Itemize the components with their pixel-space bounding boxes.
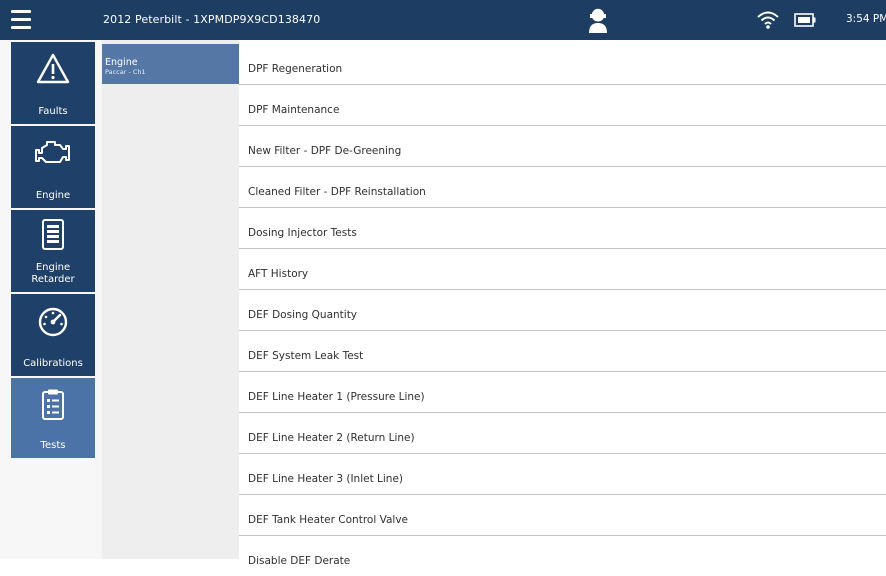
clock: 3:54 PM <box>846 13 886 25</box>
list-item-label: Cleaned Filter - DPF Reinstallation <box>248 186 426 198</box>
left-nav: Faults Engine Engine Retarder Calibratio… <box>0 40 102 559</box>
list-item[interactable]: DEF Dosing Quantity <box>239 290 886 331</box>
list-item[interactable]: DEF Line Heater 1 (Pressure Line) <box>239 372 886 413</box>
nav-item-engine[interactable]: Engine <box>11 126 95 208</box>
list-item[interactable]: DPF Maintenance <box>239 85 886 126</box>
list-item-label: DEF Tank Heater Control Valve <box>248 514 408 526</box>
nav-label-tests: Tests <box>40 440 66 451</box>
top-bar: 2012 Peterbilt - 1XPMDP9X9CD138470 3:54 … <box>0 0 886 40</box>
sub-nav-subtitle: Paccar - Ch1 <box>105 68 146 76</box>
retarder-icon <box>42 219 64 250</box>
wifi-icon <box>757 11 779 29</box>
clipboard-icon <box>42 389 64 420</box>
list-item[interactable]: New Filter - DPF De-Greening <box>239 126 886 167</box>
battery-icon <box>794 13 816 27</box>
list-item-label: DEF Line Heater 2 (Return Line) <box>248 432 415 444</box>
list-item[interactable]: AFT History <box>239 249 886 290</box>
nav-item-calibrations[interactable]: Calibrations <box>11 294 95 376</box>
test-list: DPF Regeneration DPF Maintenance New Fil… <box>239 40 886 567</box>
list-item-label: AFT History <box>248 268 309 280</box>
list-item[interactable]: DPF Regeneration <box>239 44 886 85</box>
nav-item-faults[interactable]: Faults <box>11 42 95 124</box>
list-item[interactable]: DEF Line Heater 3 (Inlet Line) <box>239 454 886 495</box>
engine-icon <box>35 141 70 163</box>
speedometer-icon <box>38 307 68 337</box>
list-item-label: DEF Dosing Quantity <box>248 309 358 321</box>
menu-icon[interactable] <box>11 10 31 30</box>
list-item-label: DPF Maintenance <box>248 104 340 116</box>
sub-nav-title: Engine <box>105 57 138 68</box>
sub-nav: Engine Paccar - Ch1 <box>102 40 239 559</box>
list-item-label: DPF Regeneration <box>248 63 343 75</box>
nav-label-engine: Engine <box>35 190 71 201</box>
warning-icon <box>36 53 70 84</box>
list-item[interactable]: DEF Line Heater 2 (Return Line) <box>239 413 886 454</box>
nav-item-engine-retarder[interactable]: Engine Retarder <box>11 210 95 292</box>
list-item[interactable]: DEF System Leak Test <box>239 331 886 372</box>
list-item-label: DEF System Leak Test <box>248 350 364 362</box>
list-item-label: Disable DEF Derate <box>248 555 351 567</box>
list-item[interactable]: Cleaned Filter - DPF Reinstallation <box>239 167 886 208</box>
nav-label-calibrations: Calibrations <box>23 358 83 369</box>
sub-nav-item-engine[interactable]: Engine Paccar - Ch1 <box>102 44 239 84</box>
list-item[interactable]: Disable DEF Derate <box>239 536 886 576</box>
list-item[interactable]: Dosing Injector Tests <box>239 208 886 249</box>
vehicle-title: 2012 Peterbilt - 1XPMDP9X9CD138470 <box>103 13 321 26</box>
list-item[interactable]: DEF Tank Heater Control Valve <box>239 495 886 536</box>
nav-label-faults: Faults <box>38 106 68 117</box>
list-item-label: DEF Line Heater 3 (Inlet Line) <box>248 473 404 485</box>
nav-item-tests[interactable]: Tests <box>11 378 95 458</box>
list-item-label: New Filter - DPF De-Greening <box>248 145 402 157</box>
technician-icon[interactable] <box>588 6 608 34</box>
list-item-label: Dosing Injector Tests <box>248 227 357 239</box>
nav-label-engine-retarder: Engine Retarder <box>31 262 75 285</box>
list-item-label: DEF Line Heater 1 (Pressure Line) <box>248 391 425 403</box>
